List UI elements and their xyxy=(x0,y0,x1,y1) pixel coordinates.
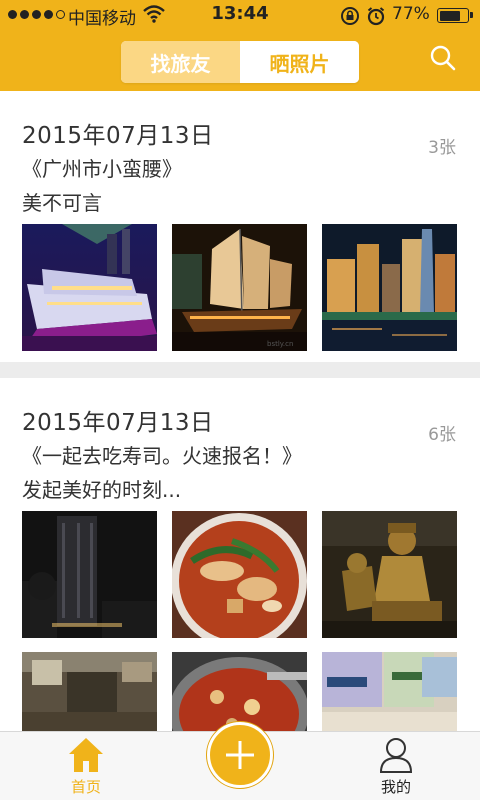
photo-thumbnail[interactable] xyxy=(322,224,457,351)
user-icon xyxy=(379,738,413,773)
add-post-button[interactable] xyxy=(207,722,273,788)
post-date: 2015年07月13日 xyxy=(22,410,214,436)
battery-percent: 77% xyxy=(392,4,430,24)
post-title: 《广州市小蛮腰》 xyxy=(22,157,182,181)
search-button[interactable] xyxy=(426,41,460,75)
segmented-control: 找旅友 晒照片 xyxy=(121,41,359,83)
post-description: 美不可言 xyxy=(22,191,102,215)
photo-thumbnail[interactable] xyxy=(322,652,457,731)
cruise-ship-photo xyxy=(22,224,157,351)
post-title: 《一起去吃寿司。火速报名！》 xyxy=(22,444,302,468)
tab-mine[interactable]: 我的 xyxy=(351,732,441,800)
post-date: 2015年07月13日 xyxy=(22,123,214,149)
skyscraper-photo xyxy=(22,511,157,638)
status-bar: 中国移动 13:44 77% xyxy=(0,0,480,30)
rotation-lock-icon xyxy=(341,7,359,25)
city-skyline-photo xyxy=(322,224,457,351)
photo-thumbnail[interactable] xyxy=(172,511,307,638)
photo-thumbnail[interactable] xyxy=(172,652,307,731)
tab-home[interactable]: 首页 xyxy=(41,732,131,800)
photo-thumbnail[interactable] xyxy=(22,224,157,351)
post-card[interactable]: 2015年07月13日 6张 《一起去吃寿司。火速报名！》 发起美好的时刻... xyxy=(0,378,480,731)
battery-level xyxy=(439,10,461,21)
sailboat-photo: bstly.cn xyxy=(172,224,307,351)
photo-thumbnail[interactable]: bstly.cn xyxy=(172,224,307,351)
post-card[interactable]: 2015年07月13日 3张 《广州市小蛮腰》 美不可言 bstly.cn xyxy=(0,91,480,362)
bronze-statue-photo xyxy=(322,511,457,638)
photo-count: 3张 xyxy=(428,138,456,158)
home-icon xyxy=(69,738,103,772)
spicy-hotpot-photo xyxy=(172,652,307,731)
tab-home-label: 首页 xyxy=(70,778,101,796)
tab-share-photos[interactable]: 晒照片 xyxy=(240,41,359,83)
photo-count: 6张 xyxy=(428,425,456,445)
photo-feed[interactable]: 2015年07月13日 3张 《广州市小蛮腰》 美不可言 bstly.cn 20… xyxy=(0,91,480,731)
tab-mine-label: 我的 xyxy=(380,778,411,796)
plus-icon xyxy=(226,741,254,769)
alarm-icon xyxy=(367,7,385,26)
search-icon xyxy=(430,45,456,71)
svg-text:bstly.cn: bstly.cn xyxy=(267,340,293,348)
photo-thumbnail[interactable] xyxy=(22,652,157,731)
restaurant-interior-photo xyxy=(22,652,157,731)
post-description: 发起美好的时刻... xyxy=(22,478,182,502)
noodle-bowl-photo xyxy=(172,511,307,638)
battery-icon xyxy=(437,8,473,23)
tab-find-companions[interactable]: 找旅友 xyxy=(121,41,240,83)
snack-packages-photo xyxy=(322,652,457,731)
photo-thumbnail[interactable] xyxy=(322,511,457,638)
photo-thumbnail[interactable] xyxy=(22,511,157,638)
app-header: 中国移动 13:44 77% 找旅友 晒照片 xyxy=(0,0,480,91)
